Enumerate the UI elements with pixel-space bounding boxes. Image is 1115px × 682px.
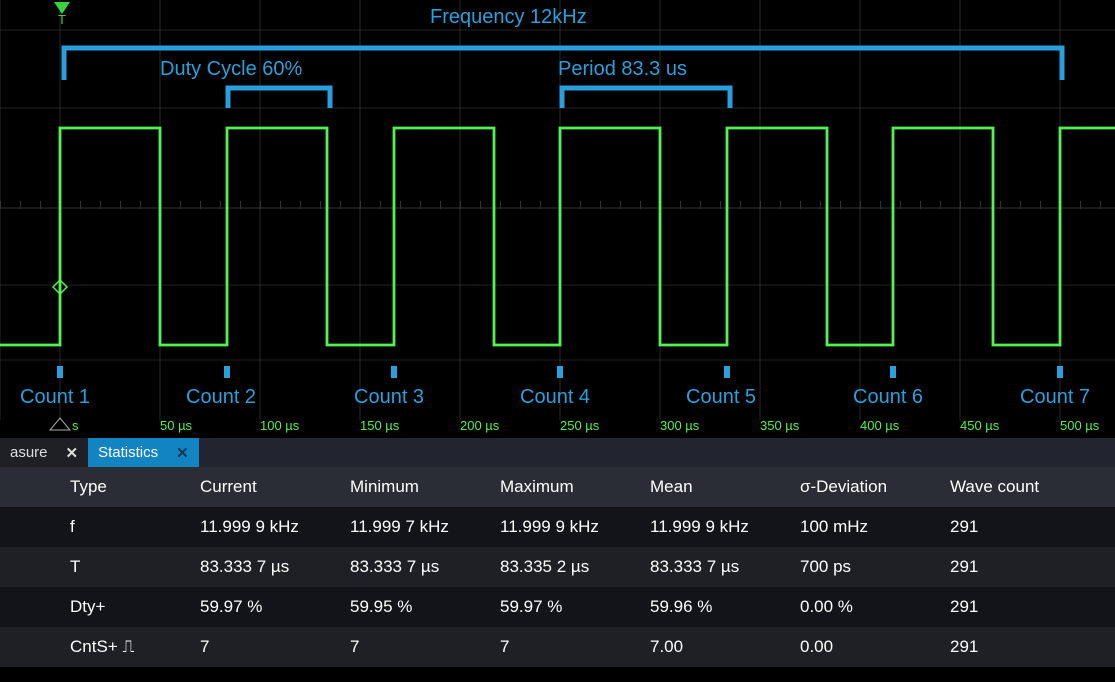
table-row[interactable]: CntS+ ⎍ 7 7 7 7.00 0.00 291 bbox=[0, 627, 1115, 667]
table-header-row: Type Current Minimum Maximum Mean σ-Devi… bbox=[0, 467, 1115, 507]
cell-wc: 291 bbox=[940, 637, 1090, 657]
time-origin-unit: s bbox=[72, 418, 79, 433]
cell-current: 11.999 9 kHz bbox=[190, 517, 340, 537]
time-tick: 400 µs bbox=[860, 418, 899, 433]
time-tick: 150 µs bbox=[360, 418, 399, 433]
cell-max: 7 bbox=[490, 637, 640, 657]
table-row[interactable]: f 11.999 9 kHz 11.999 7 kHz 11.999 9 kHz… bbox=[0, 507, 1115, 547]
count-label-2: Count 2 bbox=[186, 386, 256, 409]
cell-min: 11.999 7 kHz bbox=[340, 517, 490, 537]
cell-type: Dty+ bbox=[60, 597, 190, 617]
col-mean: Mean bbox=[640, 477, 790, 497]
col-maximum: Maximum bbox=[490, 477, 640, 497]
time-tick: 50 µs bbox=[160, 418, 192, 433]
cell-wc: 291 bbox=[940, 557, 1090, 577]
cell-max: 83.335 2 µs bbox=[490, 557, 640, 577]
cell-max: 59.97 % bbox=[490, 597, 640, 617]
cell-wc: 291 bbox=[940, 517, 1090, 537]
cell-current: 59.97 % bbox=[190, 597, 340, 617]
time-tick: 300 µs bbox=[660, 418, 699, 433]
cell-wc: 291 bbox=[940, 597, 1090, 617]
col-deviation: σ-Deviation bbox=[790, 477, 940, 497]
cell-min: 59.95 % bbox=[340, 597, 490, 617]
close-icon[interactable]: ✕ bbox=[66, 444, 79, 462]
cell-dev: 0.00 bbox=[790, 637, 940, 657]
tab-measure-label: asure bbox=[10, 444, 48, 461]
col-type: Type bbox=[60, 477, 190, 497]
oscilloscope-display[interactable]: T Frequency 12 bbox=[0, 0, 1115, 438]
cell-dev: 0.00 % bbox=[790, 597, 940, 617]
cell-current: 7 bbox=[190, 637, 340, 657]
table-row[interactable]: T 83.333 7 µs 83.333 7 µs 83.335 2 µs 83… bbox=[0, 547, 1115, 587]
count-label-6: Count 6 bbox=[853, 386, 923, 409]
close-icon[interactable]: ✕ bbox=[176, 444, 189, 462]
cell-mean: 83.333 7 µs bbox=[640, 557, 790, 577]
tab-measure[interactable]: asure ✕ bbox=[0, 438, 88, 467]
tab-statistics[interactable]: Statistics ✕ bbox=[88, 438, 199, 467]
count-label-1: Count 1 bbox=[20, 386, 90, 409]
annotation-duty-cycle: Duty Cycle 60% bbox=[160, 58, 302, 81]
cell-dev: 100 mHz bbox=[790, 517, 940, 537]
col-current: Current bbox=[190, 477, 340, 497]
tab-statistics-label: Statistics bbox=[98, 444, 158, 461]
cell-mean: 7.00 bbox=[640, 637, 790, 657]
count-label-4: Count 4 bbox=[520, 386, 590, 409]
count-label-7: Count 7 bbox=[1020, 386, 1090, 409]
time-tick: 450 µs bbox=[960, 418, 999, 433]
count-label-5: Count 5 bbox=[686, 386, 756, 409]
cell-min: 83.333 7 µs bbox=[340, 557, 490, 577]
cell-current: 83.333 7 µs bbox=[190, 557, 340, 577]
panel-tabs: asure ✕ Statistics ✕ bbox=[0, 438, 1115, 467]
cell-type: CntS+ ⎍ bbox=[60, 637, 190, 657]
col-minimum: Minimum bbox=[340, 477, 490, 497]
time-tick: 100 µs bbox=[260, 418, 299, 433]
count-label-3: Count 3 bbox=[354, 386, 424, 409]
table-row[interactable]: Dty+ 59.97 % 59.95 % 59.97 % 59.96 % 0.0… bbox=[0, 587, 1115, 627]
cell-type: f bbox=[60, 517, 190, 537]
cell-type: T bbox=[60, 557, 190, 577]
statistics-table: Type Current Minimum Maximum Mean σ-Devi… bbox=[0, 467, 1115, 667]
col-wavecount: Wave count bbox=[940, 477, 1090, 497]
annotation-period: Period 83.3 us bbox=[558, 58, 687, 81]
cell-min: 7 bbox=[340, 637, 490, 657]
cell-mean: 11.999 9 kHz bbox=[640, 517, 790, 537]
annotation-frequency: Frequency 12kHz bbox=[430, 6, 587, 29]
time-tick: 200 µs bbox=[460, 418, 499, 433]
trigger-marker-label: T bbox=[58, 12, 66, 27]
time-tick: 350 µs bbox=[760, 418, 799, 433]
time-tick: 250 µs bbox=[560, 418, 599, 433]
time-tick: 500 µs bbox=[1060, 418, 1099, 433]
cell-max: 11.999 9 kHz bbox=[490, 517, 640, 537]
cell-dev: 700 ps bbox=[790, 557, 940, 577]
cell-mean: 59.96 % bbox=[640, 597, 790, 617]
